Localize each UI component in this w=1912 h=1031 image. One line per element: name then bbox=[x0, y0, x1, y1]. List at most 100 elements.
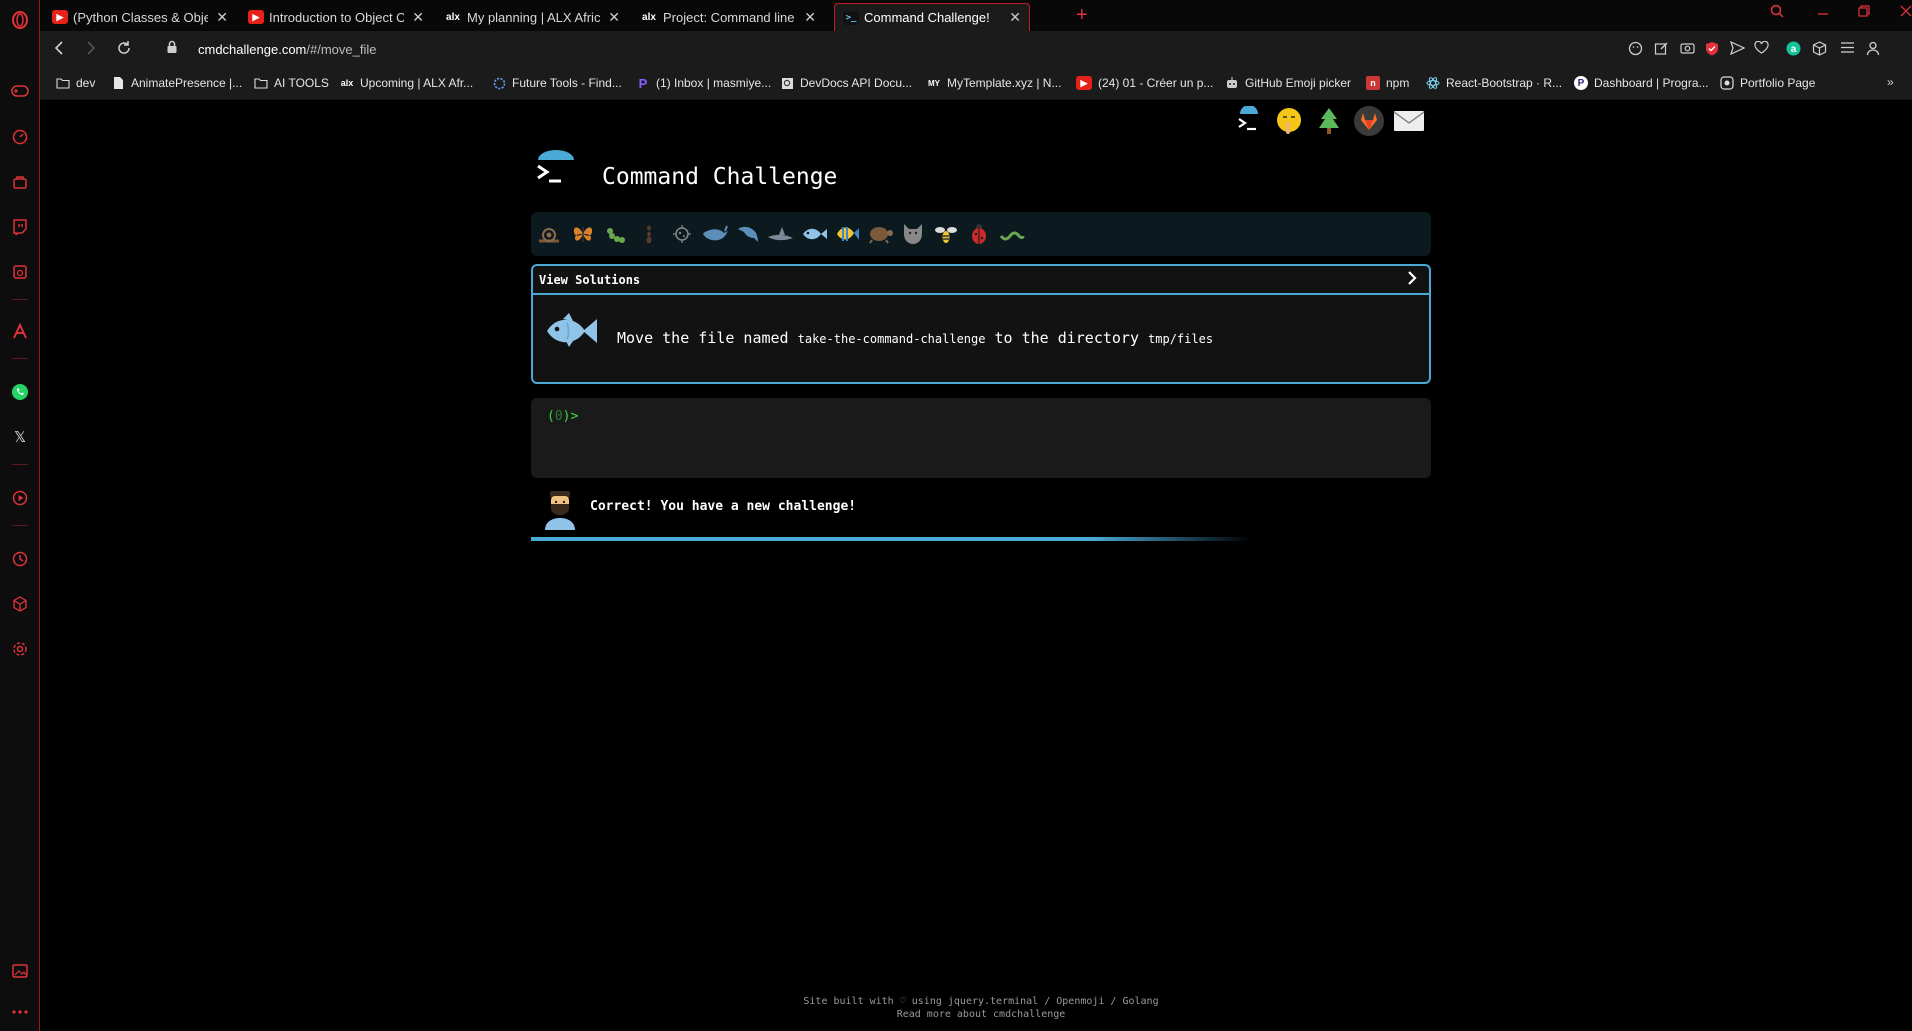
tab-alx-planning[interactable]: alx My planning | ALX Africa In ✕ bbox=[436, 3, 628, 31]
player-icon[interactable] bbox=[8, 486, 32, 510]
close-icon[interactable]: ✕ bbox=[1009, 9, 1021, 26]
ant-icon[interactable] bbox=[634, 220, 664, 248]
gitlab-icon[interactable] bbox=[1352, 104, 1386, 138]
bookmarks-overflow-icon[interactable]: » bbox=[1887, 75, 1894, 89]
shark-icon[interactable] bbox=[766, 220, 796, 248]
view-solutions-button[interactable]: View Solutions bbox=[533, 266, 1429, 295]
tree-icon[interactable] bbox=[1312, 104, 1346, 138]
bookmark-devdocs[interactable]: DevDocs API Docu... bbox=[780, 76, 912, 90]
heart-icon[interactable] bbox=[1754, 40, 1769, 57]
bag-icon[interactable] bbox=[8, 170, 32, 194]
close-icon[interactable]: ✕ bbox=[804, 9, 816, 26]
camera-icon[interactable] bbox=[1680, 41, 1695, 58]
email-icon[interactable] bbox=[1392, 104, 1426, 138]
adblock-shield-icon[interactable] bbox=[1705, 41, 1719, 59]
tab-title: Project: Command line for bbox=[663, 9, 796, 25]
bookmark-npm[interactable]: n npm bbox=[1366, 76, 1409, 90]
extensions-cube-icon[interactable] bbox=[8, 592, 32, 616]
profile-icon[interactable] bbox=[1866, 41, 1880, 59]
ladybug-icon[interactable] bbox=[964, 220, 994, 248]
url-field[interactable]: cmdchallenge.com/#/move_file bbox=[198, 42, 376, 57]
bookmark-react-bootstrap[interactable]: React-Bootstrap · R... bbox=[1426, 76, 1562, 90]
bookmark-upcoming-alx[interactable]: alx Upcoming | ALX Afr... bbox=[340, 76, 473, 90]
easy-setup-icon[interactable] bbox=[1840, 41, 1855, 57]
bookmark-portfolio[interactable]: Portfolio Page bbox=[1720, 76, 1815, 90]
footer-read-more-link[interactable]: Read more about cmdchallenge bbox=[40, 1008, 1912, 1021]
svg-text:a: a bbox=[1791, 44, 1797, 55]
restore-icon[interactable] bbox=[1858, 4, 1870, 20]
wolf-icon[interactable] bbox=[898, 220, 928, 248]
cmdchallenge-logo-icon[interactable] bbox=[1232, 104, 1266, 138]
whatsapp-icon[interactable] bbox=[8, 380, 32, 404]
lock-icon[interactable] bbox=[166, 40, 178, 54]
page-icon bbox=[111, 76, 125, 90]
twitch-icon[interactable] bbox=[8, 215, 32, 239]
edit-icon[interactable] bbox=[1654, 41, 1669, 59]
opera-logo-icon[interactable] bbox=[8, 8, 32, 32]
bookmark-animatepresence[interactable]: AnimatePresence |... bbox=[111, 76, 242, 90]
gallery-icon[interactable] bbox=[8, 959, 32, 983]
bookmark-inbox[interactable]: P (1) Inbox | masmiye... bbox=[636, 76, 772, 91]
snail-icon[interactable] bbox=[535, 220, 565, 248]
minimize-icon[interactable] bbox=[1817, 4, 1829, 21]
bookmark-mytemplate[interactable]: MY MyTemplate.xyz | N... bbox=[927, 76, 1061, 90]
devdocs-icon bbox=[780, 76, 794, 90]
shushing-face-icon[interactable] bbox=[1272, 104, 1306, 138]
gamepad-icon[interactable] bbox=[8, 79, 32, 103]
back-icon[interactable] bbox=[52, 40, 66, 61]
bookmark-future-tools[interactable]: Future Tools - Find... bbox=[492, 76, 622, 90]
aria-icon[interactable] bbox=[8, 319, 32, 343]
forward-icon[interactable] bbox=[84, 40, 98, 61]
bookmark-dev[interactable]: dev bbox=[56, 76, 95, 90]
close-icon[interactable]: ✕ bbox=[608, 9, 620, 26]
microbe-icon[interactable] bbox=[667, 220, 697, 248]
terminal-icon: >_ bbox=[843, 10, 859, 25]
butterfly-icon[interactable] bbox=[568, 220, 598, 248]
tab-project-command-line[interactable]: alx Project: Command line for ✕ bbox=[632, 3, 824, 31]
fish-icon[interactable] bbox=[799, 220, 829, 248]
tropical-fish-icon[interactable] bbox=[832, 220, 862, 248]
terminal-prompt: (0)> bbox=[547, 409, 579, 424]
bookmark-dashboard[interactable]: P Dashboard | Progra... bbox=[1574, 76, 1709, 90]
more-icon[interactable] bbox=[8, 1000, 32, 1024]
close-icon[interactable]: ✕ bbox=[412, 9, 424, 26]
bookmark-youtube-creer[interactable]: ▶ (24) 01 - Créer un p... bbox=[1076, 76, 1213, 90]
challenge-text-middle: to the directory bbox=[985, 329, 1149, 347]
bee-icon[interactable] bbox=[931, 220, 961, 248]
dolphin-icon[interactable] bbox=[733, 220, 763, 248]
speed-dial-icon[interactable] bbox=[8, 125, 32, 149]
browser-sidebar: 𝕏 bbox=[0, 0, 40, 1031]
url-path: /#/move_file bbox=[306, 42, 377, 57]
send-icon[interactable] bbox=[1729, 40, 1746, 58]
emoji-icon[interactable] bbox=[1628, 41, 1643, 59]
tab-title: My planning | ALX Africa In bbox=[467, 9, 601, 25]
terminal-input[interactable]: (0)> bbox=[531, 398, 1431, 478]
tab-intro-oop[interactable]: ▶ Introduction to Object Orie ✕ bbox=[240, 3, 432, 31]
calendar-icon[interactable] bbox=[8, 260, 32, 284]
chevron-right-icon bbox=[1407, 271, 1417, 289]
turtle-icon[interactable] bbox=[865, 220, 895, 248]
tab-python-classes[interactable]: ▶ (Python Classes & Objects) ✕ bbox=[44, 3, 236, 31]
npm-icon: n bbox=[1366, 76, 1380, 90]
grammarly-icon[interactable]: a bbox=[1786, 41, 1801, 59]
tab-command-challenge[interactable]: >_ Command Challenge! ✕ bbox=[834, 3, 1030, 31]
worm-icon[interactable] bbox=[997, 220, 1027, 248]
page-content: Command Challenge View Solutions Move th… bbox=[40, 100, 1912, 1031]
reload-icon[interactable] bbox=[116, 40, 132, 61]
new-tab-button[interactable]: + bbox=[1076, 4, 1088, 27]
caterpillar-icon[interactable] bbox=[601, 220, 631, 248]
search-tabs-icon[interactable] bbox=[1770, 4, 1784, 21]
tab-title: Introduction to Object Orie bbox=[269, 9, 405, 25]
progress-bar bbox=[531, 537, 1431, 541]
whale-icon[interactable] bbox=[700, 220, 730, 248]
gear-icon bbox=[492, 76, 506, 90]
window-close-icon[interactable] bbox=[1900, 4, 1912, 20]
bookmark-ai-tools[interactable]: AI TOOLS bbox=[254, 76, 329, 90]
x-twitter-icon[interactable]: 𝕏 bbox=[8, 425, 32, 449]
bookmark-github-emoji[interactable]: GitHub Emoji picker bbox=[1225, 76, 1351, 90]
alx-icon: alx bbox=[642, 11, 656, 23]
close-icon[interactable]: ✕ bbox=[216, 9, 228, 26]
settings-gear-icon[interactable] bbox=[8, 637, 32, 661]
extensions-icon[interactable] bbox=[1812, 41, 1827, 59]
history-icon[interactable] bbox=[8, 547, 32, 571]
